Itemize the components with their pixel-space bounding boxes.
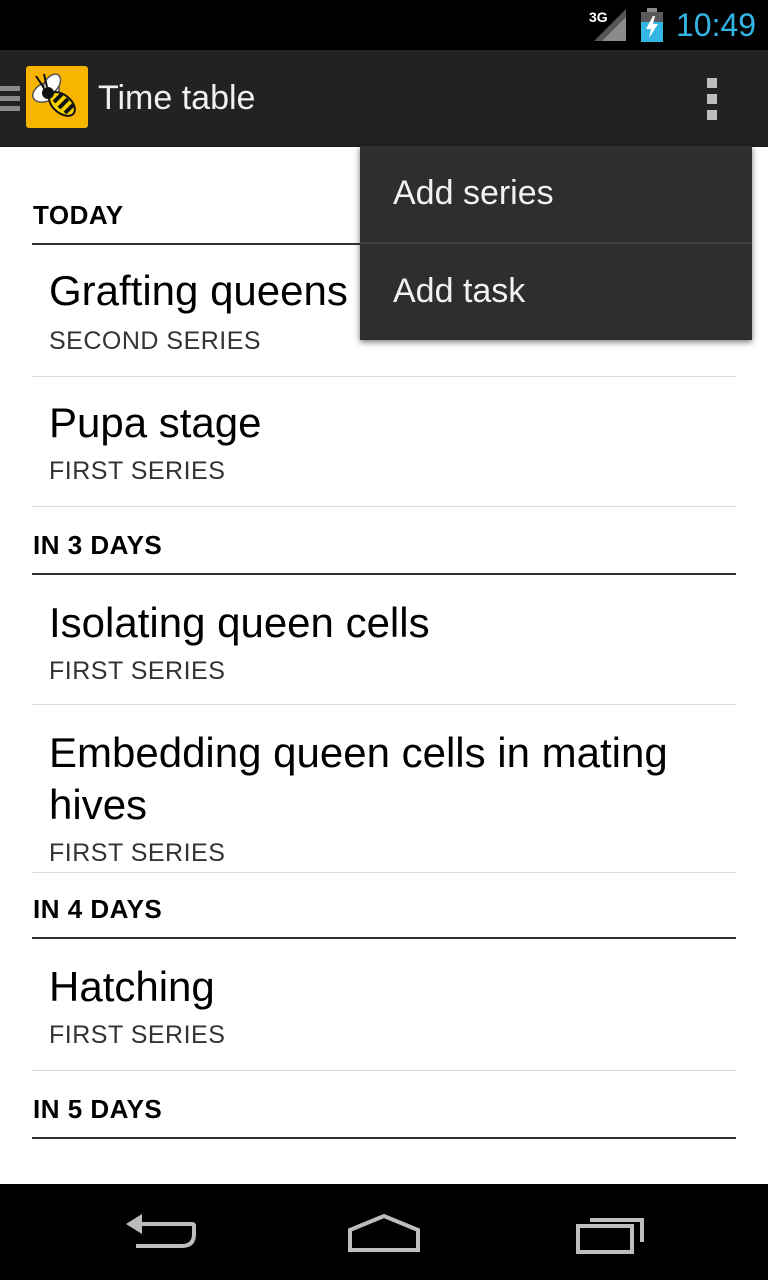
menu-item-add-series[interactable]: Add series [360, 146, 752, 242]
section-header-in-3-days: IN 3 DAYS [32, 507, 736, 575]
screen-title: Time table [98, 79, 256, 117]
bee-logo-icon[interactable] [26, 66, 88, 128]
item-subtitle: FIRST SERIES [49, 839, 226, 867]
back-icon[interactable] [122, 1208, 202, 1256]
item-title: Hatching [49, 963, 215, 1010]
status-clock: 10:49 [676, 7, 757, 43]
overflow-popup-menu: Add series Add task [360, 146, 752, 340]
network-type-label: 3G [589, 9, 608, 25]
item-subtitle: FIRST SERIES [49, 1021, 226, 1049]
drawer-icon[interactable] [0, 84, 20, 114]
overflow-menu-icon[interactable] [690, 70, 734, 126]
list-item-pupa-stage[interactable]: Pupa stage FIRST SERIES [32, 377, 736, 507]
navigation-bar [0, 1184, 768, 1280]
item-subtitle: SECOND SERIES [49, 327, 262, 355]
item-subtitle: FIRST SERIES [49, 657, 226, 685]
item-title: Pupa stage [49, 399, 262, 446]
list-item-isolating-queen-cells[interactable]: Isolating queen cells FIRST SERIES [32, 575, 736, 705]
status-bar: 3G 10:49 [0, 0, 768, 50]
list-item-hatching[interactable]: Hatching FIRST SERIES [32, 939, 736, 1071]
item-title: Isolating queen cells [49, 599, 430, 646]
item-title: Embedding queen cells in mating hives [49, 729, 668, 828]
section-header-in-4-days: IN 4 DAYS [32, 873, 736, 939]
list-item-embedding-queen-cells[interactable]: Embedding queen cells in mating hives FI… [32, 705, 736, 873]
item-subtitle: FIRST SERIES [49, 457, 226, 485]
menu-item-add-task[interactable]: Add task [360, 244, 752, 340]
action-bar: Time table [0, 50, 768, 147]
recent-apps-icon[interactable] [572, 1208, 652, 1256]
battery-charging-icon [640, 8, 664, 42]
home-icon[interactable] [344, 1208, 424, 1256]
section-header-in-5-days: IN 5 DAYS [32, 1071, 736, 1139]
